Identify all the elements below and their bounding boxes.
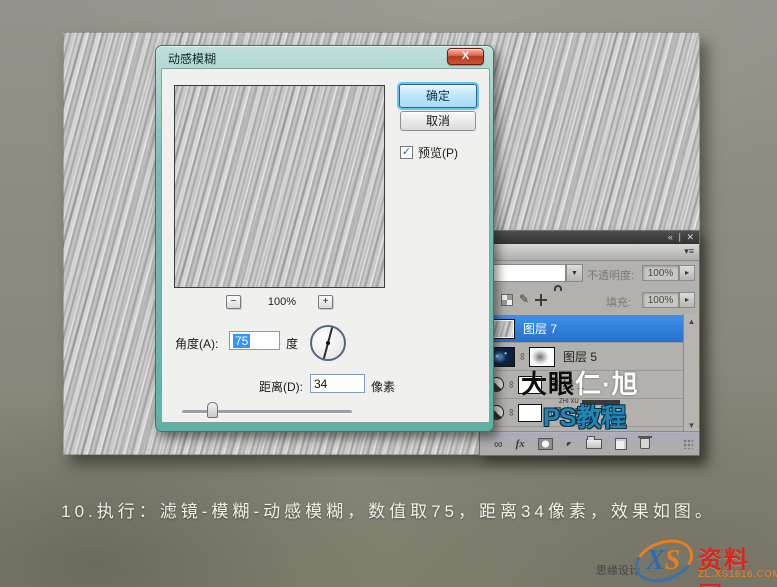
layer-row-adjustment1[interactable]: ∞ 曲线 1 xyxy=(480,371,684,399)
angle-label: 角度(A): xyxy=(175,335,218,352)
layer-name: 图层 7 xyxy=(523,320,557,337)
layers-panel-bottom-bar: ∞ fx ◐ xyxy=(480,431,699,455)
new-adjustment-layer-icon[interactable]: ◐ xyxy=(563,437,577,451)
site-prefix-text: 思缘设计 xyxy=(596,562,640,578)
opacity-spinner-icon[interactable]: ▸ xyxy=(679,265,695,281)
collapse-panel-icon[interactable]: « xyxy=(668,232,674,242)
layer-name: 曲线 1 xyxy=(550,376,584,393)
logo-letter-s: S xyxy=(665,545,681,576)
blend-mode-row: ▼ 不透明度: 100% ▸ xyxy=(480,260,699,287)
site-url: ZL.XS1616.COM xyxy=(698,569,777,580)
zoom-in-button[interactable]: + xyxy=(318,295,333,309)
scroll-down-icon[interactable]: ▼ xyxy=(684,421,699,430)
layers-list: 图层 7 ∞ 图层 5 ∞ 曲线 1 ∞ 曝光度 1 xyxy=(480,314,699,433)
angle-value: 75 xyxy=(233,334,250,348)
blend-mode-dropdown-arrow-icon[interactable]: ▼ xyxy=(566,264,583,282)
dialog-body: − 100% + 角度(A): 75 度 距离(D): 34 像素 确定 取消 … xyxy=(161,68,490,423)
site-logo-text: XS xyxy=(646,545,680,577)
preview-checkbox[interactable]: ✓ 预览(P) xyxy=(400,144,458,161)
panel-menu-icon[interactable]: ▾≡ xyxy=(684,246,694,256)
layers-panel: « ∣ ✕ ▾≡ ▼ 不透明度: 100% ▸ ✎ 填充: 100% ▸ 图层 … xyxy=(479,230,700,456)
layer-name: 曝光度 1 xyxy=(550,404,596,421)
adjustment1-mask-thumbnail[interactable] xyxy=(518,376,542,394)
link-mask-chain-icon: ∞ xyxy=(506,408,517,418)
zoom-level: 100% xyxy=(254,296,310,308)
opacity-value[interactable]: 100% xyxy=(642,265,679,281)
lock-pixels-brush-icon[interactable]: ✎ xyxy=(519,293,529,305)
layer-row-layer5[interactable]: ∞ 图层 5 xyxy=(480,343,684,371)
fill-spinner-icon[interactable]: ▸ xyxy=(679,292,695,308)
fill-value[interactable]: 100% xyxy=(642,292,679,308)
layers-panel-titlebar: « ∣ ✕ xyxy=(480,231,699,244)
link-mask-chain-icon: ∞ xyxy=(506,380,517,390)
layers-panel-menu-row: ▾≡ xyxy=(480,244,699,261)
layer-style-fx-icon[interactable]: fx xyxy=(516,438,525,450)
filter-preview[interactable] xyxy=(174,85,385,288)
layer-name: 图层 5 xyxy=(563,348,597,365)
angle-input[interactable]: 75 xyxy=(229,331,280,350)
dialog-close-button[interactable]: X xyxy=(447,48,484,65)
new-layer-icon[interactable] xyxy=(615,438,627,450)
ok-button[interactable]: 确定 xyxy=(399,84,477,108)
motion-blur-dialog: 动感模糊 X − 100% + 角度(A): 75 度 距离(D): 34 像素… xyxy=(155,45,494,432)
lock-transparency-icon[interactable] xyxy=(501,294,513,306)
distance-value: 34 xyxy=(314,377,327,391)
screenshot-stage: « ∣ ✕ ▾≡ ▼ 不透明度: 100% ▸ ✎ 填充: 100% ▸ 图层 … xyxy=(0,0,777,587)
site-watermark: 思缘设计 XS 资料网 ZL.XS1616.COM xyxy=(590,538,775,585)
dialog-titlebar[interactable]: 动感模糊 X xyxy=(156,46,493,68)
titlebar-divider: ∣ xyxy=(677,232,683,242)
angle-unit: 度 xyxy=(286,335,298,352)
close-panel-icon[interactable]: ✕ xyxy=(686,232,695,242)
scroll-up-icon[interactable]: ▲ xyxy=(684,317,699,326)
checkbox-check-icon[interactable]: ✓ xyxy=(400,146,413,159)
zoom-out-button[interactable]: − xyxy=(226,295,241,309)
distance-unit: 像素 xyxy=(371,378,395,395)
layer5-mask-thumbnail[interactable] xyxy=(529,347,555,367)
preview-checkbox-label: 预览(P) xyxy=(418,144,458,161)
layers-scrollbar[interactable]: ▲ ▼ xyxy=(683,314,699,433)
blend-mode-select[interactable] xyxy=(484,264,566,282)
add-layer-mask-icon[interactable] xyxy=(538,438,553,450)
distance-label: 距离(D): xyxy=(259,378,303,395)
adjustment2-mask-thumbnail[interactable] xyxy=(518,404,542,422)
cancel-button[interactable]: 取消 xyxy=(400,111,476,131)
dialog-title: 动感模糊 xyxy=(168,50,216,67)
distance-input[interactable]: 34 xyxy=(310,374,365,393)
fill-label: 填充: xyxy=(606,294,631,310)
angle-dial[interactable] xyxy=(310,325,346,361)
layer-row-layer7[interactable]: 图层 7 xyxy=(480,315,684,343)
distance-slider-handle[interactable] xyxy=(207,402,218,418)
tutorial-step-caption: 10.执行：滤镜-模糊-动感模糊，数值取75，距离34像素，效果如图。 xyxy=(0,497,777,522)
angle-dial-center-dot xyxy=(326,341,330,345)
layer-row-adjustment2[interactable]: ∞ 曝光度 1 xyxy=(480,399,684,427)
opacity-label: 不透明度: xyxy=(587,267,634,283)
lock-row: ✎ 填充: 100% ▸ xyxy=(480,287,699,314)
new-group-folder-icon[interactable] xyxy=(586,439,602,449)
delete-layer-trash-icon[interactable] xyxy=(640,438,650,449)
link-mask-chain-icon: ∞ xyxy=(517,352,528,362)
link-layers-icon[interactable]: ∞ xyxy=(494,438,503,450)
panel-resize-grip[interactable] xyxy=(683,439,693,449)
logo-letter-x: X xyxy=(646,545,665,576)
